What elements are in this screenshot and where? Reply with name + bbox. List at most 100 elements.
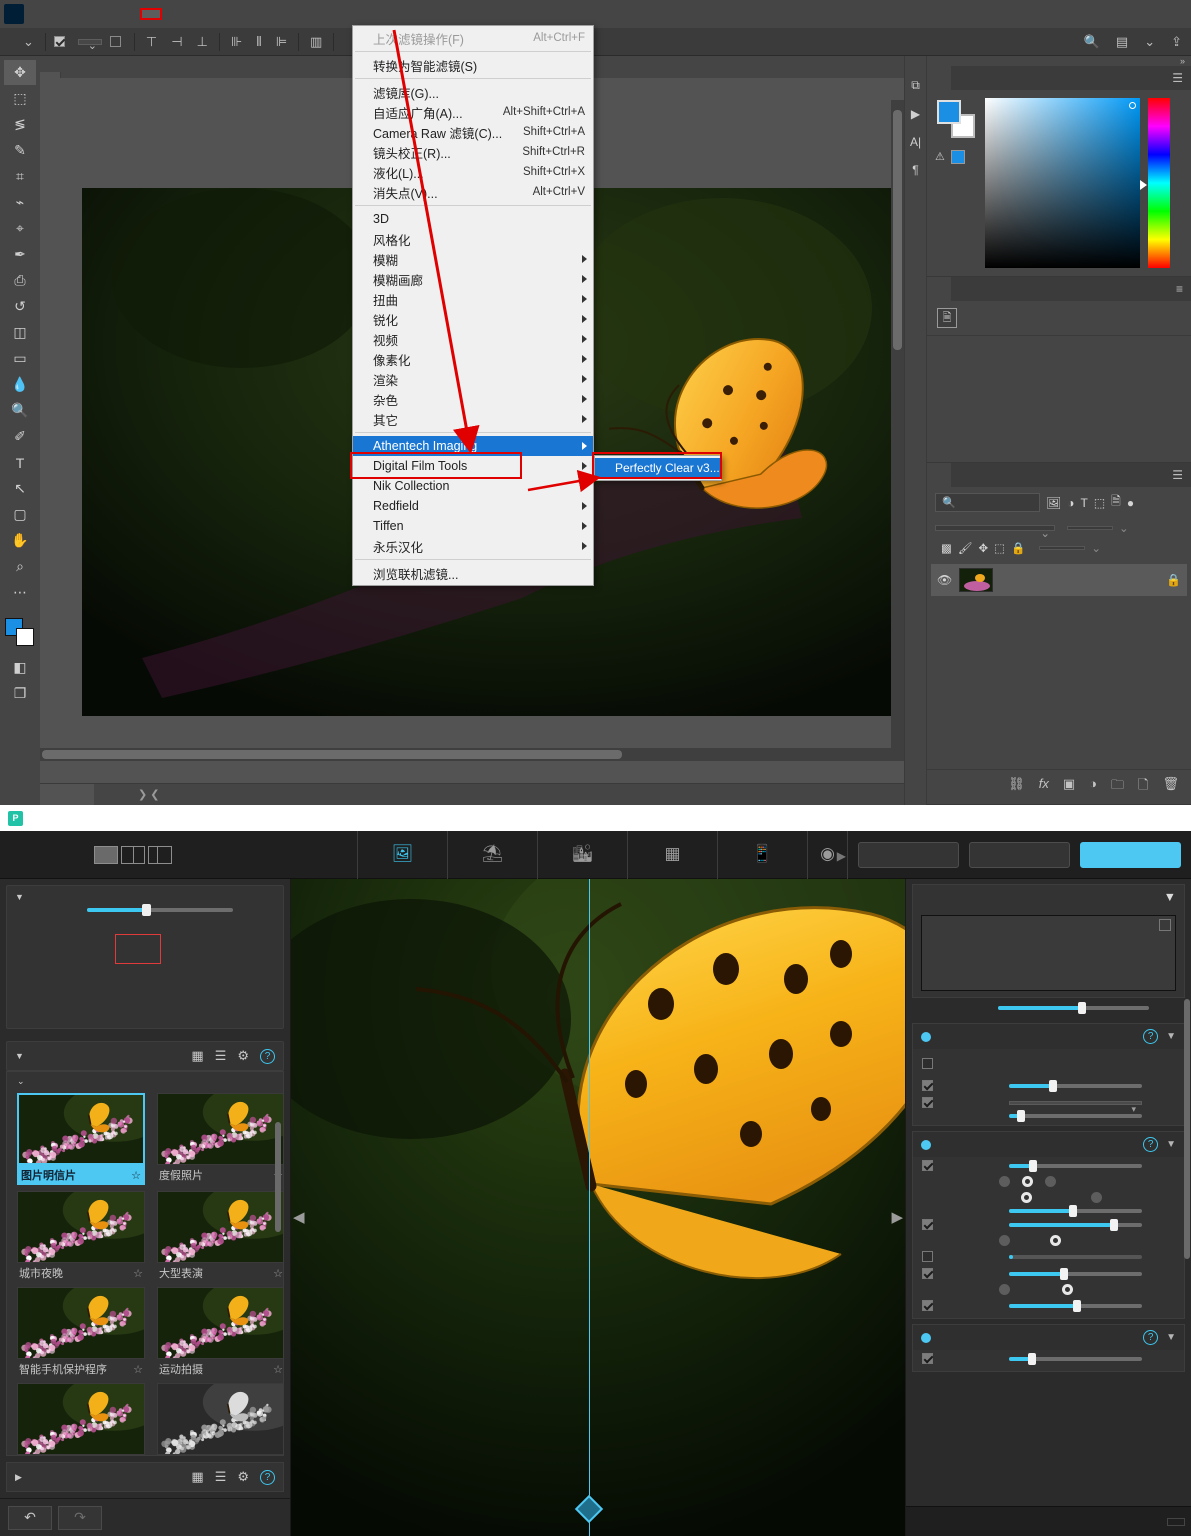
tone-header[interactable]: ? ▼	[913, 1132, 1184, 1157]
tab-layers[interactable]	[927, 463, 951, 487]
minimize-button[interactable]	[1083, 0, 1119, 28]
light-diffusion-slider[interactable]	[1009, 1299, 1142, 1312]
preset-item[interactable]: 度假照片☆	[157, 1093, 283, 1185]
preset-item[interactable]: 运动拍摄 ☆	[157, 1287, 283, 1377]
quick-select-tool[interactable]: ✎	[4, 138, 36, 163]
radio-medium[interactable]	[1022, 1176, 1037, 1187]
intensity-slider[interactable]	[998, 1002, 1149, 1014]
background-color[interactable]	[16, 628, 34, 646]
layer-visibility-icon[interactable]: 👁	[937, 573, 952, 587]
path-select-tool[interactable]: ↖	[4, 476, 36, 501]
split-compare-line[interactable]	[589, 879, 590, 1536]
share-icon[interactable]: ⇪	[1168, 34, 1185, 50]
fill-value[interactable]	[1039, 546, 1086, 550]
gradient-tool[interactable]: ▭	[4, 346, 36, 371]
contrast-slider[interactable]	[1009, 1254, 1142, 1259]
help-icon[interactable]: ?	[1143, 1029, 1159, 1044]
enabled-dot-icon[interactable]	[921, 1332, 931, 1343]
skin-depth-bias-slider[interactable]	[1009, 1267, 1142, 1280]
radio-normal[interactable]	[999, 1284, 1014, 1295]
neutral-density-slider[interactable]	[1009, 1079, 1142, 1092]
contrast-checkbox[interactable]	[922, 1251, 933, 1262]
favorite-star-icon[interactable]: ☆	[273, 1363, 283, 1376]
clone-stamp-tool[interactable]: ⎙	[4, 268, 36, 293]
radio-face-aware-on[interactable]	[1021, 1192, 1036, 1203]
preset-tab-city-night[interactable]: 🏙	[538, 830, 628, 879]
paragraph-panel-icon[interactable]: ¶	[912, 163, 918, 177]
depth-checkbox[interactable]	[922, 1219, 933, 1230]
menu-item--r-[interactable]: 镜头校正(R)... Shift+Ctrl+R	[353, 142, 593, 162]
menu-item--[interactable]: 其它	[353, 409, 593, 429]
image-repair-checkbox[interactable]	[922, 1057, 933, 1069]
lock-transparent-icon[interactable]: ▩	[941, 541, 952, 555]
help-icon[interactable]: ?	[260, 1048, 275, 1064]
preset-item[interactable]: 城市夜晚 ☆	[17, 1191, 145, 1281]
foreground-background-color-swatch[interactable]	[5, 616, 35, 646]
auto-select-checkbox[interactable]	[53, 36, 65, 47]
favorite-star-icon[interactable]: ☆	[133, 1363, 143, 1376]
tab-channels[interactable]	[951, 463, 975, 487]
filter-type-icon[interactable]: T	[1080, 496, 1087, 510]
radio-high-clarity[interactable]	[1050, 1235, 1065, 1246]
navigator-viewport-rect[interactable]	[115, 934, 161, 964]
menu-select[interactable]	[124, 10, 142, 18]
split-side-view-icon[interactable]	[148, 845, 172, 864]
menu-item--[interactable]: 模糊	[353, 249, 593, 269]
rectangle-tool[interactable]: ▢	[4, 502, 36, 527]
panel-collapse-icon[interactable]: »	[927, 56, 1191, 66]
help-icon[interactable]: ?	[1143, 1330, 1159, 1345]
color-header[interactable]: ? ▼	[913, 1325, 1184, 1350]
panel-menu-icon[interactable]: ☰	[1164, 66, 1191, 90]
show-transform-checkbox-group[interactable]	[109, 36, 126, 47]
chevron-down-icon[interactable]: ⌄	[1141, 34, 1158, 50]
menu-item-camera-raw-c-[interactable]: Camera Raw 滤镜(C)... Shift+Ctrl+A	[353, 122, 593, 142]
depth-slider[interactable]	[1009, 1218, 1142, 1231]
dodge-tool[interactable]: 🔍	[4, 398, 36, 423]
menu-item--[interactable]: 视频	[353, 329, 593, 349]
menu-item-athentech-imaging[interactable]: Athentech Imaging	[353, 436, 593, 456]
menu-item--[interactable]: 像素化	[353, 349, 593, 369]
correction-filter-dropdown[interactable]	[1009, 1100, 1142, 1115]
appearance-header[interactable]: ▶ ▦ ☰ ⚙ ?	[7, 1463, 283, 1491]
radio-high-control[interactable]	[999, 1235, 1014, 1246]
submenu-item-perfectly-clear[interactable]: Perfectly Clear v3...	[595, 458, 721, 478]
menu-item-digital-film-tools[interactable]: Digital Film Tools	[353, 456, 593, 476]
filter-toggle-icon[interactable]: ●	[1127, 496, 1134, 510]
menu-layer[interactable]	[88, 10, 106, 18]
menu-item--[interactable]: 风格化	[353, 229, 593, 249]
healing-brush-tool[interactable]: ⌖	[4, 216, 36, 241]
align-top-icon[interactable]: ⊤	[143, 34, 160, 50]
menu-window[interactable]	[196, 10, 214, 18]
hand-tool[interactable]: ✋	[4, 528, 36, 553]
menu-item--[interactable]: 渲染	[353, 369, 593, 389]
single-view-icon[interactable]	[94, 845, 118, 864]
radio-bright[interactable]	[1062, 1284, 1077, 1295]
filter-image-icon[interactable]: 🖼	[1046, 496, 1061, 510]
favorite-star-icon[interactable]: ☆	[273, 1267, 283, 1280]
tab-paths[interactable]	[975, 463, 999, 487]
black-point-slider[interactable]	[1009, 1205, 1142, 1217]
menu-filter[interactable]	[140, 8, 162, 20]
panel-menu-icon[interactable]: ≡	[1168, 277, 1191, 301]
radio-face-aware-off[interactable]	[1091, 1192, 1106, 1203]
layer-filter-dropdown[interactable]: 🔍	[935, 493, 1040, 512]
layer-style-icon[interactable]: fx	[1039, 776, 1049, 798]
preset-item[interactable]: 图片明信片 ☆	[17, 1093, 145, 1185]
screen-mode-icon[interactable]: ❐	[4, 681, 36, 706]
collapse-triangle-icon[interactable]: ▼	[15, 1051, 24, 1061]
color-restore-slider[interactable]	[1009, 1352, 1142, 1365]
zoom-tool[interactable]: ⌕	[4, 554, 36, 579]
menu-item-nik-collection[interactable]: Nik Collection	[353, 476, 593, 496]
opacity-value[interactable]	[1067, 526, 1113, 530]
prev-image-arrow-icon[interactable]: ◀	[293, 1208, 305, 1226]
preset-tab-stage-show[interactable]: ▦	[628, 830, 718, 879]
cancel-button[interactable]	[969, 841, 1070, 868]
menu-item--l-[interactable]: 液化(L)... Shift+Ctrl+X	[353, 162, 593, 182]
preprocess-strength-slider[interactable]	[1009, 1110, 1142, 1122]
lock-image-icon[interactable]: 🖌	[958, 541, 973, 555]
radio-high[interactable]	[1045, 1176, 1060, 1187]
list-view-icon[interactable]: ☰	[215, 1048, 227, 1064]
exposure-checkbox[interactable]	[922, 1160, 933, 1171]
menu-view[interactable]	[178, 10, 196, 18]
brush-tool[interactable]: ✒	[4, 242, 36, 267]
